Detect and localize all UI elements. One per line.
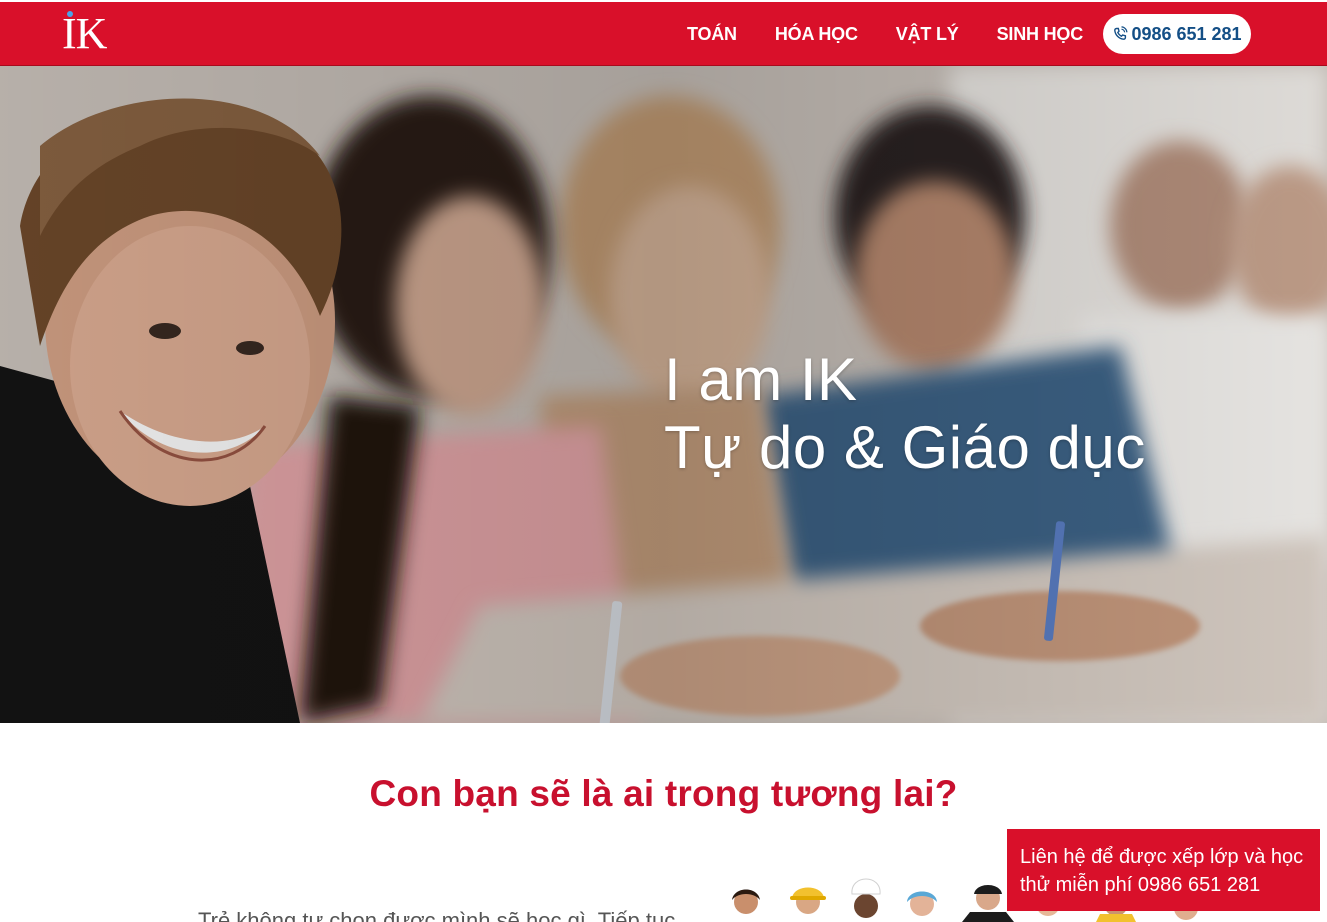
free-trial-contact-box[interactable]: Liên hệ để được xếp lớp và học thử miễn … [1007,829,1320,911]
main-nav: TOÁN HÓA HỌC VẬT LÝ SINH HỌC 0986 651 28… [687,14,1251,54]
top-navigation-bar: IK TOÁN HÓA HỌC VẬT LÝ SINH HỌC 0986 651… [0,0,1327,66]
phone-number: 0986 651 281 [1131,23,1242,44]
hero-line-2: Tự do & Giáo dục [664,414,1146,481]
section-title: Con bạn sẽ là ai trong tương lai? [369,773,958,814]
logo-dot-icon [67,11,73,17]
nav-item-hoa-hoc[interactable]: HÓA HỌC [775,24,858,45]
phone-icon [1114,26,1128,40]
nav-item-vat-ly[interactable]: VẬT LÝ [896,24,959,45]
phone-button[interactable]: 0986 651 281 [1103,14,1251,54]
hero-heading: I am IK Tự do & Giáo dục [664,346,1146,482]
nav-item-sinh-hoc[interactable]: SINH HỌC [997,24,1084,45]
ik-logo[interactable]: IK [62,10,114,62]
hero-banner: I am IK Tự do & Giáo dục [0,66,1327,723]
nav-item-toan[interactable]: TOÁN [687,24,737,45]
intro-paragraph: Trẻ không tự chọn được mình sẽ học gì. T… [198,908,676,922]
hero-line-1: I am IK [664,346,858,413]
